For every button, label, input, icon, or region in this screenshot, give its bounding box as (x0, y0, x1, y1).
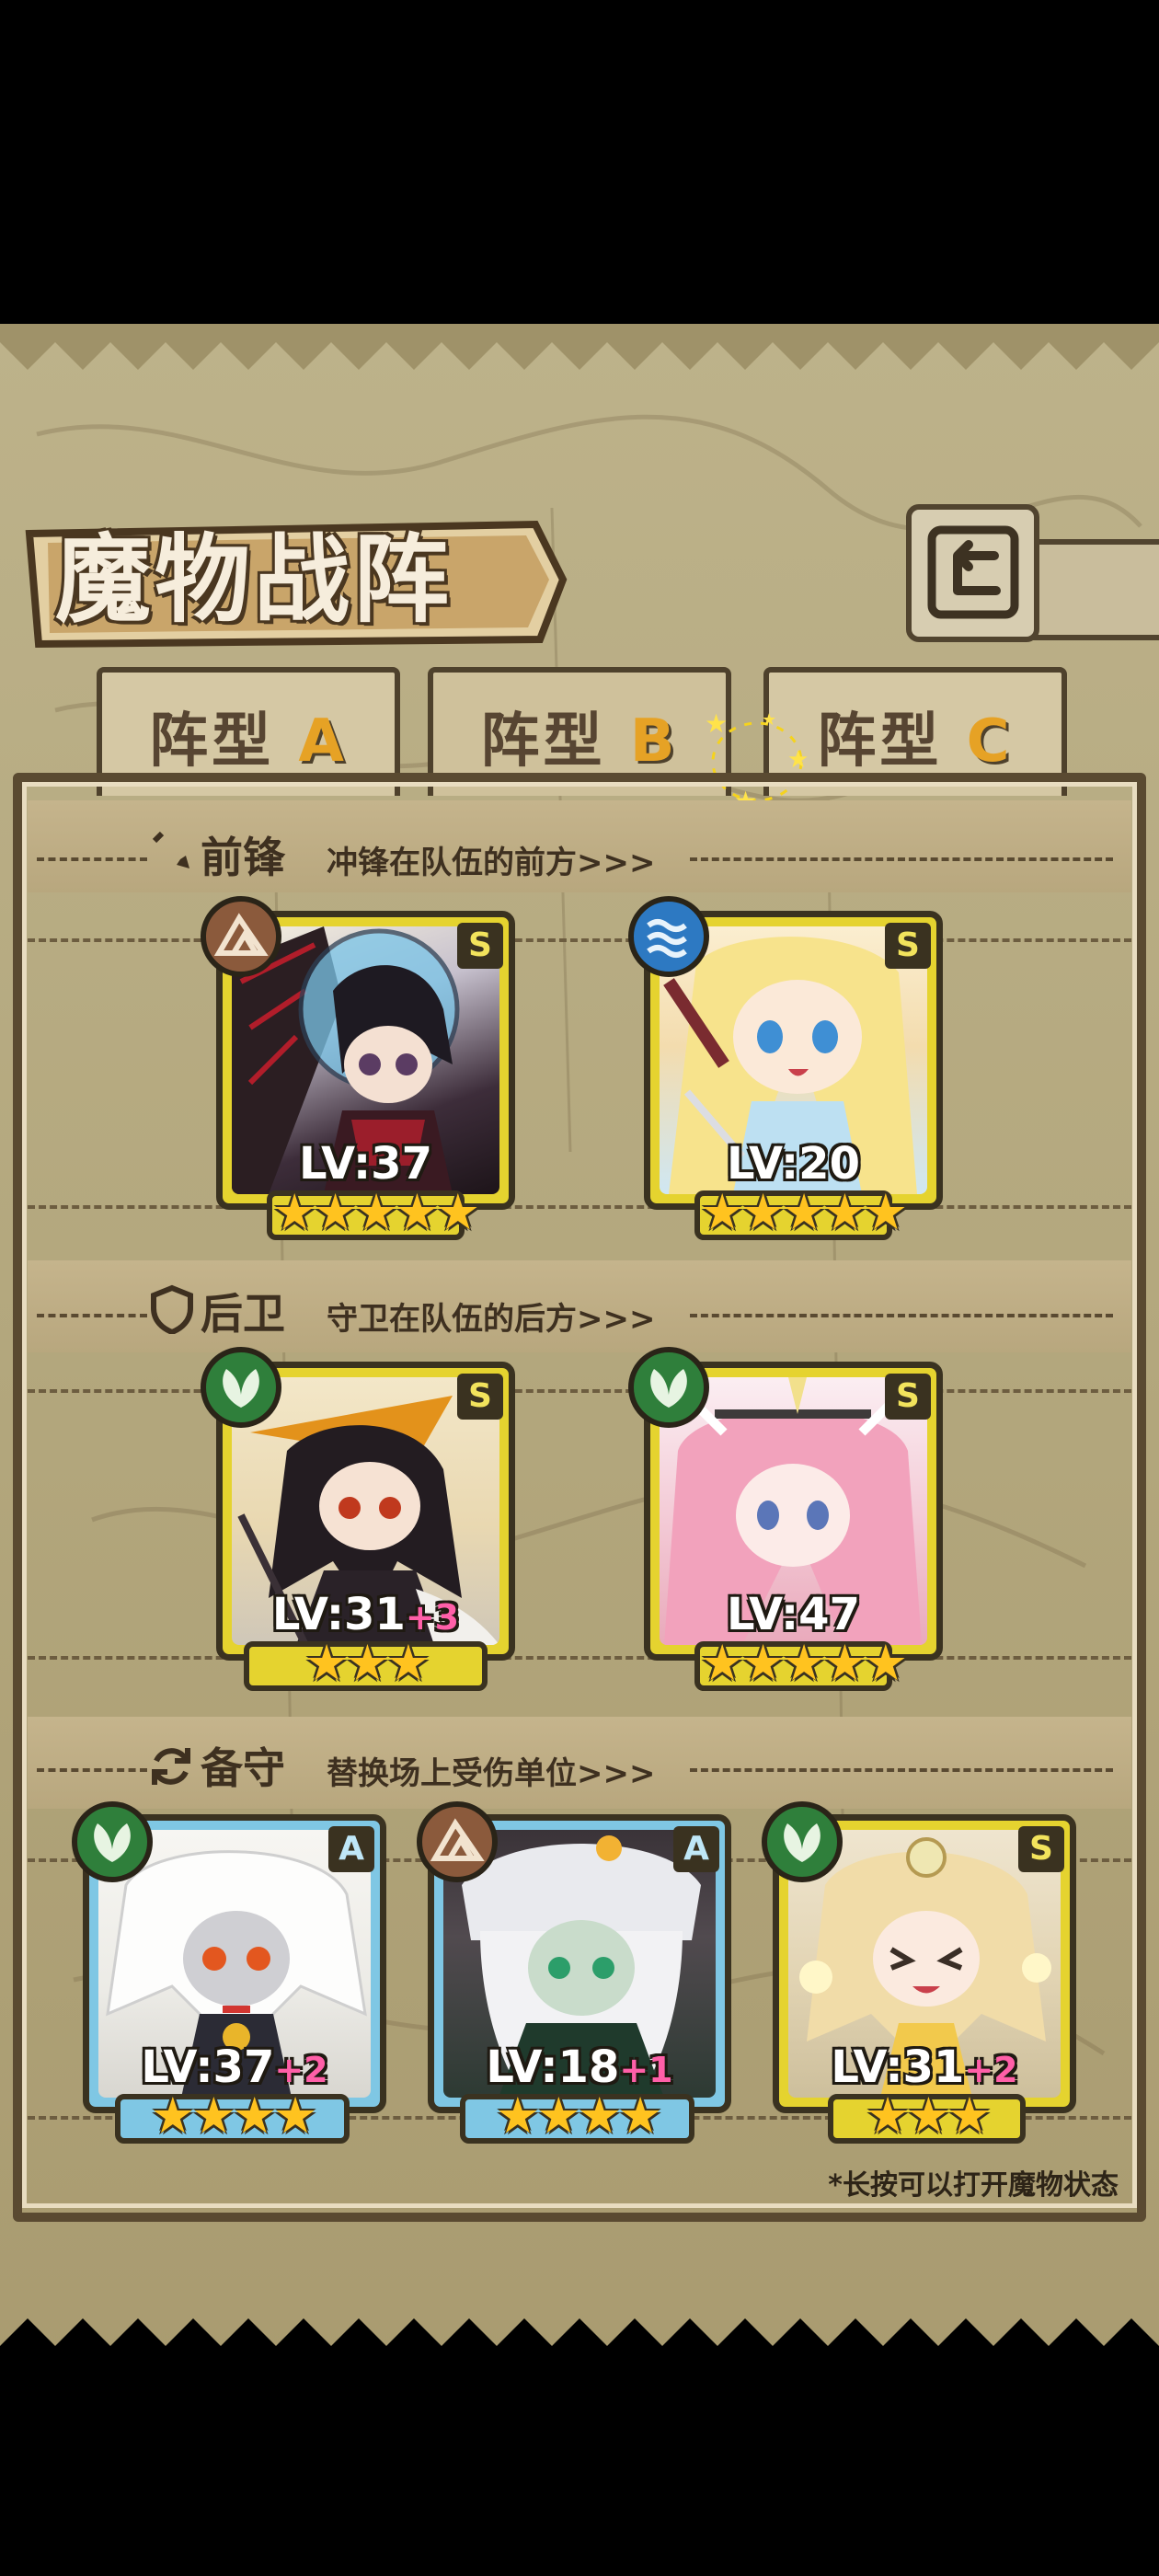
tab-c-label: 阵型 (817, 707, 943, 776)
nature-element-icon (628, 1347, 709, 1428)
unit-level: LV:20 (727, 1138, 860, 1190)
svg-text:★: ★ (762, 710, 776, 730)
unit-level-plus: +3 (405, 1597, 460, 1638)
section-back-title: 后卫 (201, 1289, 285, 1339)
section-front-subtitle: 冲锋在队伍的前方>>> (327, 845, 656, 881)
unit-level: LV:47 (727, 1589, 860, 1640)
tab-a-letter: A (298, 707, 348, 776)
shield-icon (151, 1284, 193, 1334)
star-rating-back-1: ★★★ (244, 1634, 488, 1692)
long-press-hint: *长按可以打开魔物状态 (828, 2169, 1119, 2202)
svg-text:★: ★ (787, 746, 809, 774)
unit-level: LV:31 (831, 2041, 965, 2093)
section-reserve-subtitle: 替换场上受伤单位>>> (327, 1755, 656, 1792)
unit-level: LV:37 (141, 2041, 275, 2093)
rank-badge: S (885, 1374, 931, 1420)
unit-level-plus: +1 (619, 2050, 673, 2090)
tab-a-label: 阵型 (149, 707, 275, 776)
nature-element-icon (72, 1801, 153, 1882)
section-front-title: 前锋 (201, 833, 285, 882)
nature-element-icon (201, 1347, 281, 1428)
unit-level: LV:18 (486, 2041, 620, 2093)
nature-element-icon (762, 1801, 843, 1882)
rank-badge: S (457, 1374, 503, 1420)
section-reserve-title: 备守 (201, 1743, 285, 1793)
sword-icon (152, 831, 189, 868)
swap-icon (152, 1748, 190, 1785)
star-rating-reserve-1: ★★★★ (115, 2087, 350, 2145)
back-button[interactable] (906, 504, 1039, 642)
tab-b-letter: B (629, 707, 679, 776)
unit-level: LV:37 (299, 1138, 432, 1190)
star-rating-back-2: ★★★★★ (694, 1634, 908, 1692)
unit-level-plus: +2 (274, 2050, 328, 2090)
tab-c-letter: C (966, 707, 1014, 776)
star-rating-front-2: ★★★★★ (694, 1183, 908, 1241)
unit-level-plus: +2 (964, 2050, 1018, 2090)
star-rating-front-1: ★★★★★ (267, 1183, 480, 1241)
section-back-subtitle: 守卫在队伍的后方>>> (327, 1301, 656, 1338)
star-rating-reserve-3: ★★★ (828, 2087, 1026, 2145)
rank-badge: A (328, 1826, 374, 1872)
svg-text:★: ★ (705, 708, 728, 739)
back-arrow-icon (927, 525, 1019, 619)
torn-edge-bottom (0, 2318, 1159, 2383)
torn-edge-top (0, 324, 1159, 370)
rank-badge: A (673, 1826, 719, 1872)
water-element-icon (628, 896, 709, 977)
rank-badge: S (457, 923, 503, 969)
earth-element-icon (417, 1801, 498, 1882)
rank-badge: S (885, 923, 931, 969)
back-button-strip (1030, 539, 1159, 640)
star-rating-reserve-2: ★★★★ (460, 2087, 694, 2145)
unit-level: LV:31 (271, 1589, 406, 1640)
earth-element-icon (201, 896, 281, 977)
tab-b-label: 阵型 (480, 707, 606, 776)
page-title: 魔物战阵 (55, 523, 453, 636)
rank-badge: S (1018, 1826, 1064, 1872)
